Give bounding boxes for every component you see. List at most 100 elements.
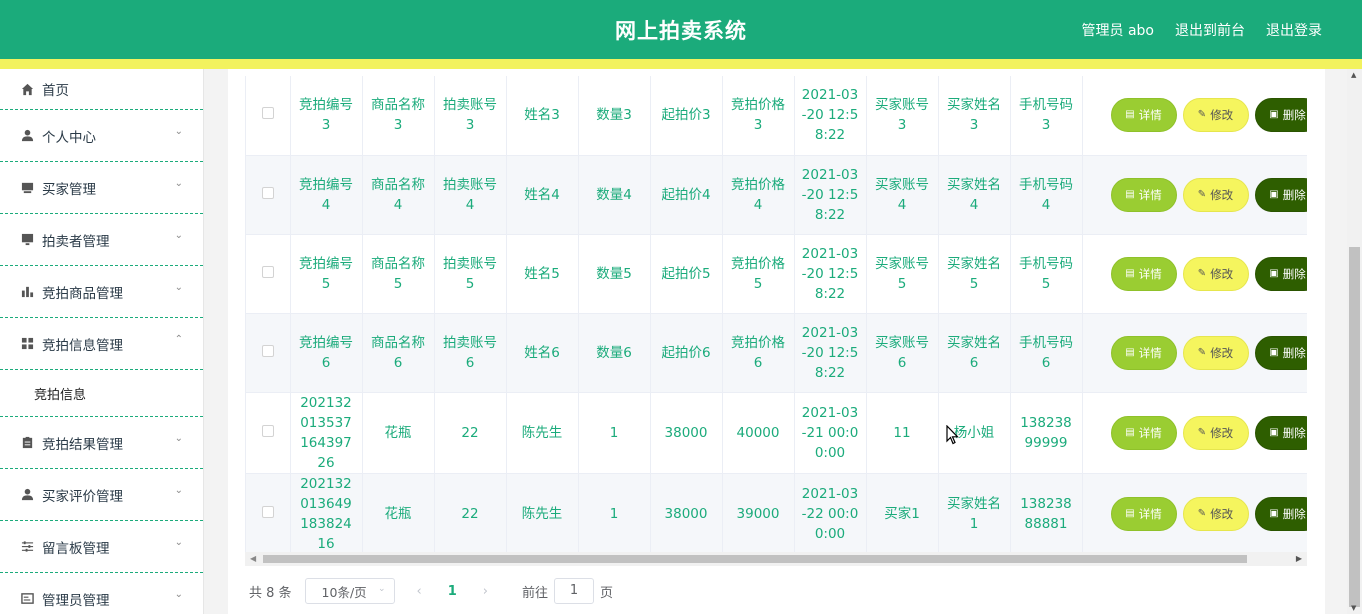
- delete-button[interactable]: ▣ 删除: [1254, 256, 1307, 291]
- table-cell: 商品名称6: [362, 313, 435, 393]
- next-page-button[interactable]: ›: [483, 584, 488, 599]
- table-cell: 姓名3: [506, 76, 579, 156]
- pencil-icon: ✎: [1197, 109, 1207, 121]
- delete-button[interactable]: ▣ 删除: [1254, 415, 1307, 450]
- sidebar-item-buyer-review-management[interactable]: 买家评价管理 ⌄: [0, 469, 203, 521]
- scroll-left-arrow-icon[interactable]: ◀: [250, 554, 256, 563]
- sidebar-item-auction-info-management[interactable]: 竞拍信息管理 ⌃: [0, 318, 203, 370]
- page-vertical-scrollbar[interactable]: ▲ ▼: [1347, 69, 1362, 614]
- table-cell: 商品名称4: [362, 155, 435, 235]
- sidebar-item-personal-center[interactable]: 个人中心 ⌄: [0, 110, 203, 162]
- horizontal-scroll-thumb[interactable]: [263, 555, 1247, 563]
- trash-icon: ▣: [1269, 426, 1279, 438]
- table-cell: 40000: [722, 392, 795, 474]
- edit-button[interactable]: ✎ 修改: [1182, 98, 1249, 133]
- horizontal-scrollbar[interactable]: ◀ ▶: [245, 552, 1307, 566]
- row-checkbox-cell: [246, 473, 291, 555]
- row-checkbox[interactable]: [261, 186, 274, 199]
- row-checkbox[interactable]: [261, 265, 274, 278]
- chevron-down-icon: ⌄: [174, 433, 183, 444]
- home-icon: [20, 82, 34, 96]
- doc-icon: ▤: [1125, 346, 1135, 358]
- detail-button[interactable]: ▤ 详情: [1110, 256, 1177, 291]
- chevron-down-icon: ⌄: [174, 282, 183, 293]
- button-label: 详情: [1138, 506, 1162, 521]
- scroll-right-arrow-icon[interactable]: ▶: [1296, 554, 1302, 563]
- logout-link[interactable]: 退出登录: [1266, 20, 1322, 40]
- sidebar-item-auction-goods-management[interactable]: 竞拍商品管理 ⌄: [0, 266, 203, 318]
- table-cell: 买家账号5: [866, 234, 939, 314]
- trash-icon: ▣: [1269, 267, 1279, 279]
- row-checkbox[interactable]: [261, 107, 274, 120]
- detail-button[interactable]: ▤ 详情: [1110, 496, 1177, 531]
- sidebar-item-label: 管理员管理: [42, 592, 110, 609]
- sidebar-item-label: 留言板管理: [42, 540, 110, 557]
- table-cell: 2021-03-20 12:58:22: [794, 313, 867, 393]
- table-cell: 2021-03-21 00:00:00: [794, 392, 867, 474]
- table-cell: 买家姓名6: [938, 313, 1011, 393]
- submenu-item-auction-info[interactable]: 竞拍信息: [0, 370, 203, 417]
- pagination: 共 8 条 10条/页 ⌄ ‹ 1 › 前往 1 页: [249, 578, 613, 604]
- row-checkbox[interactable]: [261, 344, 274, 357]
- detail-button[interactable]: ▤ 详情: [1110, 335, 1177, 370]
- chevron-down-icon: ⌄: [174, 126, 183, 137]
- delete-button[interactable]: ▣ 删除: [1254, 335, 1307, 370]
- row-checkbox-cell: [246, 313, 291, 393]
- row-actions-cell: ▤ 详情 ✎ 修改 ▣ 删除: [1082, 392, 1307, 474]
- vertical-scroll-thumb[interactable]: [1349, 247, 1360, 607]
- page-size-select[interactable]: 10条/页 ⌄: [304, 578, 395, 604]
- table-cell: 拍卖账号3: [434, 76, 507, 156]
- sidebar-item-buyer-management[interactable]: 买家管理 ⌄: [0, 162, 203, 214]
- sidebar-item-auctioneer-management[interactable]: 拍卖者管理 ⌄: [0, 214, 203, 266]
- row-checkbox-cell: [246, 234, 291, 314]
- chevron-up-icon: ⌃: [174, 334, 183, 345]
- table-cell: 手机号码5: [1010, 234, 1083, 314]
- sidebar-item-auction-result-management[interactable]: 竞拍结果管理 ⌄: [0, 417, 203, 469]
- delete-button[interactable]: ▣ 删除: [1254, 98, 1307, 133]
- edit-button[interactable]: ✎ 修改: [1182, 335, 1249, 370]
- row-actions-cell: ▤ 详情 ✎ 修改 ▣ 删除: [1082, 234, 1307, 314]
- table-cell: 陈先生: [506, 473, 579, 555]
- detail-button[interactable]: ▤ 详情: [1110, 177, 1177, 212]
- table-cell: 39000: [722, 473, 795, 555]
- top-header: 网上拍卖系统 管理员 abo 退出到前台 退出登录: [0, 0, 1362, 59]
- sidebar-item-message-board-management[interactable]: 留言板管理 ⌄: [0, 521, 203, 573]
- user-icon: [20, 488, 34, 502]
- button-label: 修改: [1210, 425, 1234, 440]
- scroll-up-arrow-icon[interactable]: ▲: [1351, 71, 1356, 79]
- goto-page-input[interactable]: 1: [554, 578, 595, 604]
- prev-page-button[interactable]: ‹: [417, 584, 422, 599]
- sidebar-item-label: 拍卖者管理: [42, 233, 110, 250]
- row-checkbox[interactable]: [261, 505, 274, 518]
- main-content: 竞拍编号3 商品名称3 拍卖账号3 姓名3 数量3 起拍价3 竞拍价格3 2021-03-20…: [228, 69, 1325, 614]
- row-checkbox-cell: [246, 155, 291, 235]
- doc-icon: ▤: [1125, 267, 1135, 279]
- button-label: 删除: [1282, 425, 1306, 440]
- edit-button[interactable]: ✎ 修改: [1182, 496, 1249, 531]
- delete-button[interactable]: ▣ 删除: [1254, 496, 1307, 531]
- detail-button[interactable]: ▤ 详情: [1110, 415, 1177, 450]
- table-cell: 花瓶: [362, 392, 435, 474]
- edit-button[interactable]: ✎ 修改: [1182, 256, 1249, 291]
- detail-button[interactable]: ▤ 详情: [1110, 98, 1177, 133]
- sidebar-item-home[interactable]: 首页: [0, 69, 203, 110]
- button-label: 修改: [1210, 187, 1234, 202]
- chevron-down-icon: ⌄: [174, 230, 183, 241]
- table-cell: 商品名称5: [362, 234, 435, 314]
- table-cell: 22: [434, 473, 507, 555]
- scroll-down-arrow-icon[interactable]: ▼: [1351, 604, 1356, 612]
- table-cell: 手机号码3: [1010, 76, 1083, 156]
- row-checkbox[interactable]: [261, 424, 274, 437]
- delete-button[interactable]: ▣ 删除: [1254, 177, 1307, 212]
- to-frontend-link[interactable]: 退出到前台: [1175, 20, 1245, 40]
- sidebar-item-admin-management[interactable]: 管理员管理 ⌄: [0, 573, 203, 614]
- edit-button[interactable]: ✎ 修改: [1182, 177, 1249, 212]
- current-page-number[interactable]: 1: [448, 584, 457, 599]
- table-cell: 花瓶: [362, 473, 435, 555]
- button-label: 删除: [1282, 506, 1306, 521]
- button-label: 删除: [1282, 345, 1306, 360]
- pencil-icon: ✎: [1197, 267, 1207, 279]
- sliders-icon: [20, 540, 34, 554]
- edit-button[interactable]: ✎ 修改: [1182, 415, 1249, 450]
- user-icon: [20, 129, 34, 143]
